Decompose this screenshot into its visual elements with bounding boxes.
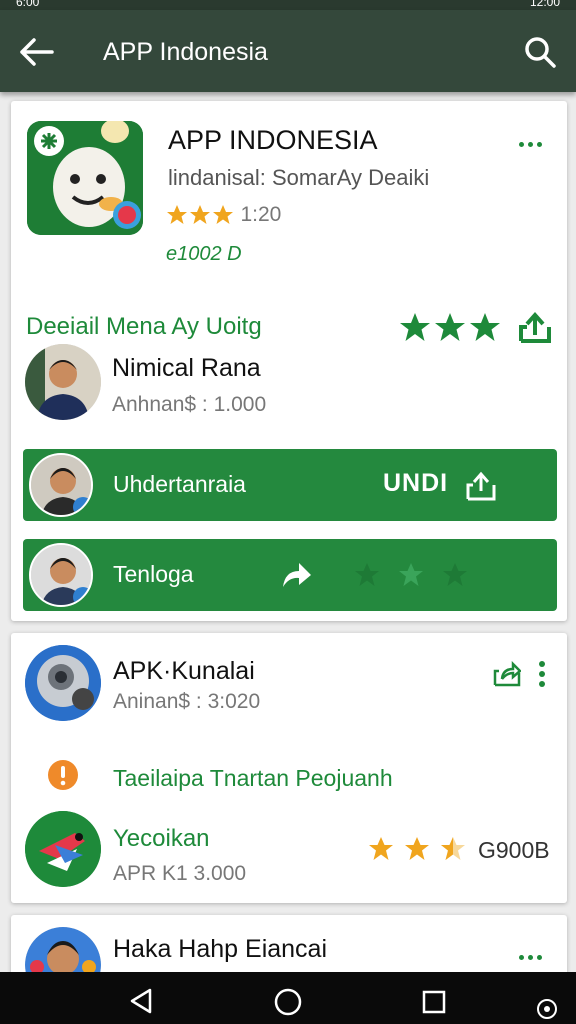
status-right: 12:00 (529, 0, 560, 9)
forward-icon[interactable] (281, 561, 313, 589)
share-icon[interactable] (493, 661, 521, 687)
app-bar: APP Indonesia (0, 10, 576, 92)
more-options-icon[interactable] (519, 134, 547, 147)
app-meta: Aninan$ : 3:020 (113, 690, 261, 713)
row-label: Tenloga (113, 561, 194, 587)
status-time: 6:00 (16, 0, 40, 9)
star-icon (400, 313, 500, 341)
app-icon[interactable] (25, 645, 101, 721)
profile-name: Nimical Rana (112, 354, 261, 382)
parrot-icon (25, 811, 101, 887)
sub-app-name: Yecoikan (113, 825, 210, 852)
section-actions (400, 311, 551, 343)
row-label: Uhdertanraia (113, 471, 246, 497)
app-name: APP INDONESIA (168, 125, 378, 155)
settings-icon[interactable] (536, 998, 558, 1020)
app-icon[interactable] (27, 121, 143, 235)
share-icon[interactable] (465, 471, 497, 501)
person-icon (31, 545, 91, 605)
page-title: APP Indonesia (103, 38, 268, 66)
more-options-icon[interactable] (519, 947, 547, 960)
app-subtitle: lindanisal: SomarAy Deaiki (168, 165, 430, 190)
card-title: Haka Hahp Eiancai (113, 935, 328, 963)
search-icon[interactable] (522, 34, 558, 70)
navigation-bar (0, 972, 576, 1024)
more-options-icon[interactable] (538, 661, 546, 687)
rating-value: 1:20 (240, 203, 282, 226)
person-icon (25, 344, 101, 420)
rating-stars-icon (369, 837, 465, 860)
info-icon (48, 760, 78, 790)
faded-stars-icon (355, 563, 467, 586)
undi-button[interactable]: UNDI (383, 469, 448, 498)
sub-app-icon[interactable] (25, 811, 101, 887)
back-nav-icon[interactable] (128, 988, 154, 1014)
profile-meta: Anhnan$ : 1.000 (112, 393, 267, 416)
avatar[interactable] (25, 344, 101, 420)
status-bar: 6:00 12:00 (0, 0, 576, 10)
app-name: APK·Kunalai (113, 657, 255, 685)
list-row-secondary[interactable]: Tenloga (23, 539, 557, 611)
recents-nav-icon[interactable] (422, 990, 446, 1014)
app-card-main[interactable]: APP INDONESIA lindanisal: SomarAy Deaiki… (11, 101, 567, 621)
sub-app-size: G900B (478, 837, 550, 863)
app-rating: 1:20 (166, 203, 416, 231)
app-card-second[interactable]: APK·Kunalai Aninan$ : 3:020 Taeilaipa Tn… (11, 633, 567, 903)
person-icon (31, 455, 91, 515)
sub-app-meta: APR K1 3.000 (113, 862, 247, 885)
app-size: e1002 D (166, 243, 242, 265)
webcam-icon (25, 645, 101, 721)
info-text: Taeilaipa Tnartan Peojuanh (113, 765, 393, 791)
avatar (29, 543, 93, 607)
section-title: Deeiail Mena Ay Uoitg (26, 313, 262, 340)
mascot-icon (27, 121, 143, 235)
share-icon (519, 311, 551, 343)
rating-stars-icon (167, 205, 233, 224)
home-nav-icon[interactable] (274, 988, 302, 1016)
list-row-primary[interactable]: Uhdertanraia UNDI (23, 449, 557, 521)
avatar (29, 453, 93, 517)
back-arrow-icon[interactable] (18, 36, 58, 68)
